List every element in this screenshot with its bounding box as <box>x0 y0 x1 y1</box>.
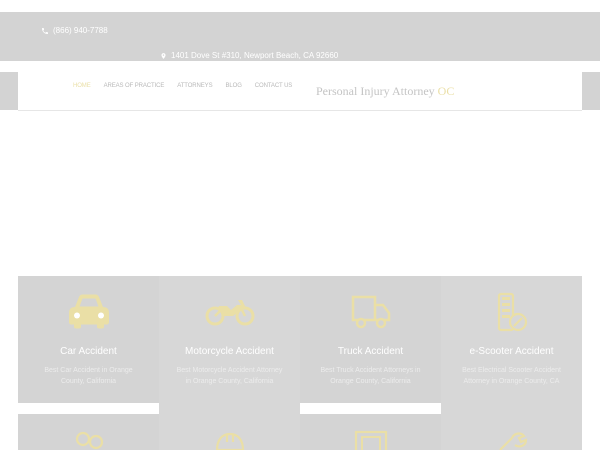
service-description: Best Electrical Scooter Accident Attorne… <box>462 367 561 385</box>
phone-number: (866) 940-7788 <box>53 26 108 35</box>
service-description: Best Car Accident in Orange County, Cali… <box>44 367 133 385</box>
service-card-row2-2[interactable] <box>159 414 300 450</box>
car-icon <box>68 294 109 329</box>
service-title: Truck Accident <box>337 346 404 357</box>
address-link[interactable]: 1401 Dove St #310, Newport Beach, CA 926… <box>160 51 338 60</box>
motorcycle-icon <box>205 300 254 326</box>
phone-icon <box>42 27 48 34</box>
top-contact-bar: (866) 940-7788 1401 Dove St #310, Newpor… <box>0 12 600 61</box>
wrench-icon <box>498 432 527 450</box>
phone-link[interactable]: (866) 940-7788 <box>41 26 108 35</box>
service-description: Best Motorcycle Accident Attorney in Ora… <box>176 367 283 385</box>
main-menu: HOME AREAS OF PRACTICE ATTORNEYS BLOG CO… <box>73 83 305 89</box>
people-icon <box>75 431 103 450</box>
brand-accent: OC <box>437 84 455 98</box>
hard-hat-icon <box>215 432 244 450</box>
service-card-row2-3[interactable] <box>300 414 441 450</box>
picture-frame-icon <box>354 430 387 450</box>
card-strip <box>18 403 159 412</box>
service-card-row2-1[interactable] <box>18 414 159 450</box>
brand-logo[interactable]: Personal Injury Attorney OC <box>316 84 454 99</box>
scooter-battery-icon <box>497 292 527 332</box>
service-card-car-accident[interactable]: Car Accident Best Car Accident in Orange… <box>18 276 159 403</box>
nav-item-contact-us[interactable]: CONTACT US <box>255 83 293 89</box>
service-card-motorcycle-accident[interactable]: Motorcycle Accident Best Motorcycle Acci… <box>159 276 300 414</box>
service-card-e-scooter-accident[interactable]: e-Scooter Accident Best Electrical Scoot… <box>441 276 582 414</box>
nav-item-areas-of-practice[interactable]: AREAS OF PRACTICE <box>104 83 165 89</box>
truck-icon <box>351 295 390 329</box>
service-description: Best Truck Accident Attorneys in Orange … <box>320 367 421 385</box>
service-title: Motorcycle Accident <box>185 346 274 357</box>
nav-item-blog[interactable]: BLOG <box>225 83 241 89</box>
nav-side-left <box>0 72 18 110</box>
nav-item-home[interactable]: HOME <box>73 83 91 89</box>
service-title: Car Accident <box>60 346 117 357</box>
nav-item-attorneys[interactable]: ATTORNEYS <box>177 83 212 89</box>
service-card-row2-4[interactable] <box>441 414 582 450</box>
nav-side-right <box>582 72 600 110</box>
card-strip <box>300 403 441 412</box>
brand-name: Personal Injury Attorney <box>316 84 435 98</box>
map-pin-icon <box>161 52 166 59</box>
service-title: e-Scooter Accident <box>469 346 554 357</box>
service-card-truck-accident[interactable]: Truck Accident Best Truck Accident Attor… <box>300 276 441 403</box>
main-navbar: HOME AREAS OF PRACTICE ATTORNEYS BLOG CO… <box>18 72 582 111</box>
address-text: 1401 Dove St #310, Newport Beach, CA 926… <box>171 51 339 60</box>
